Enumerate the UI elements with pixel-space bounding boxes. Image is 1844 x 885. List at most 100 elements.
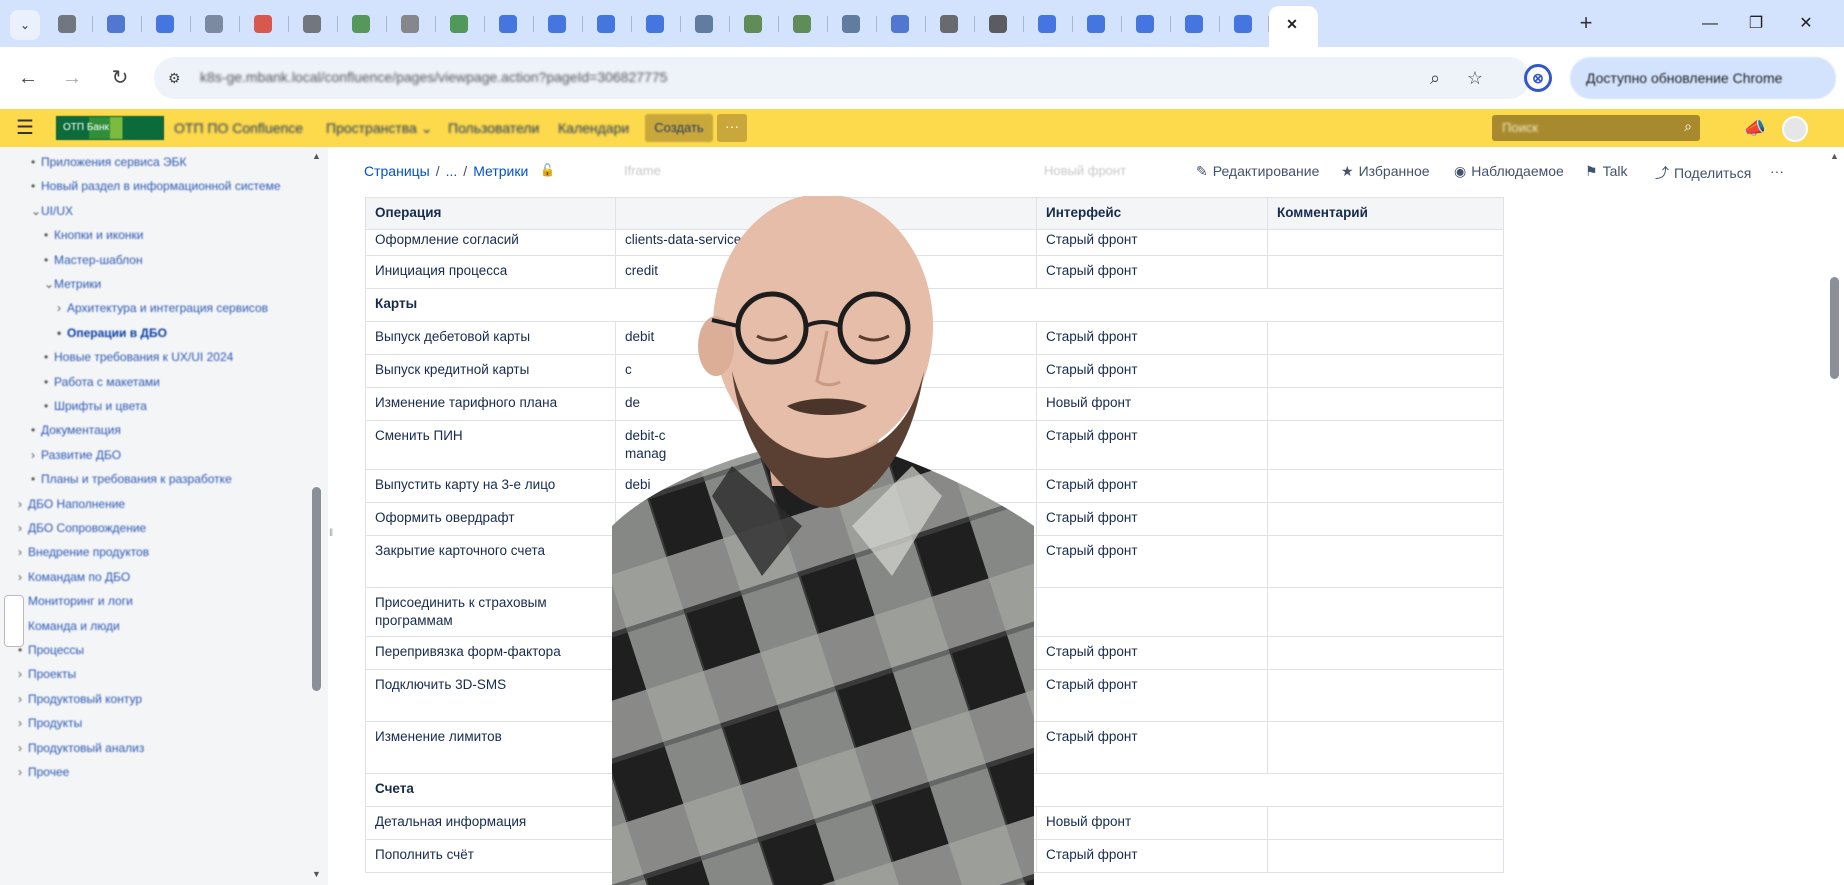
bookmark-star-icon[interactable]: ☆ [1464, 67, 1486, 89]
sidebar-item[interactable]: • Процессы [18, 643, 84, 657]
browser-tab[interactable] [289, 6, 338, 42]
browser-tab[interactable] [681, 6, 730, 42]
browser-tab[interactable] [1220, 6, 1269, 42]
sidebar-item[interactable]: ⌄Метрики [44, 277, 101, 291]
create-button[interactable]: Создать [645, 114, 713, 142]
browser-tab[interactable] [877, 6, 926, 42]
sidebar-item[interactable]: ›Мониторинг и логи [18, 594, 133, 608]
browser-tab[interactable] [1024, 6, 1073, 42]
sidebar-item[interactable]: › Командам по ДБО [18, 570, 130, 584]
browser-tab[interactable] [583, 6, 632, 42]
tree-bullet-icon[interactable]: • [44, 350, 54, 364]
sidebar-item[interactable]: › Проекты [18, 667, 76, 681]
reload-icon[interactable]: ↻ [106, 64, 134, 92]
browser-tab[interactable] [44, 6, 93, 42]
browser-tab[interactable] [436, 6, 485, 42]
sidebar-item[interactable]: › ДБО Наполнение [18, 497, 125, 511]
tree-bullet-icon[interactable]: • [44, 228, 54, 242]
browser-tab[interactable] [1122, 6, 1171, 42]
more-actions-button[interactable]: ··· [1770, 163, 1784, 179]
browser-tab[interactable] [93, 6, 142, 42]
user-avatar[interactable] [1782, 116, 1808, 142]
notifications-icon[interactable]: 📣 [1742, 115, 1768, 141]
page-scroll-thumb[interactable] [1830, 277, 1839, 379]
sidebar-item[interactable]: • Работа с макетами [44, 375, 160, 389]
tree-bullet-icon[interactable]: • [57, 326, 67, 340]
page-scroll-up-icon[interactable]: ▲ [1830, 151, 1839, 161]
sidebar-item[interactable]: ⌄UI/UX [31, 204, 73, 218]
nav-link-people[interactable]: Пользователи [448, 120, 539, 136]
browser-tab[interactable] [779, 6, 828, 42]
tree-bullet-icon[interactable]: › [18, 497, 28, 511]
scroll-up-icon[interactable]: ▲ [312, 151, 321, 161]
sidebar-scrollbar[interactable]: ▲ ▼ [310, 147, 324, 885]
site-info-icon[interactable]: ⚙ [168, 69, 186, 87]
tree-bullet-icon[interactable]: • [44, 399, 54, 413]
minimize-icon[interactable]: — [1690, 10, 1730, 38]
extension-icon[interactable]: ⊗ [1524, 64, 1552, 92]
browser-tab[interactable] [485, 6, 534, 42]
tree-bullet-icon[interactable]: › [18, 741, 28, 755]
tree-bullet-icon[interactable]: • [31, 179, 41, 193]
nav-link-calendars[interactable]: Календари [558, 120, 629, 136]
browser-tab[interactable] [632, 6, 681, 42]
sidebar-item[interactable]: • Шрифты и цвета [44, 399, 147, 413]
sidebar-item[interactable]: › Прочее [18, 765, 69, 779]
restrictions-lock-icon[interactable]: 🔓 [540, 163, 555, 177]
forward-arrow-icon[interactable]: → [58, 64, 86, 92]
talk-button[interactable]: ⚑ Talk [1585, 163, 1627, 180]
active-browser-tab[interactable]: ✕ [1269, 6, 1318, 47]
sidebar-item[interactable]: › Продуктовый анализ [18, 741, 144, 755]
company-logo[interactable]: ОТП Банк [56, 116, 164, 140]
nav-link-spaces[interactable]: Пространства ⌄ [326, 120, 432, 137]
sidebar-item[interactable]: › Продуктовый контур [18, 692, 142, 706]
browser-tab[interactable] [338, 6, 387, 42]
sidebar-item[interactable]: • Новые требования к UX/UI 2024 [44, 350, 233, 364]
edit-button[interactable]: ✎ Редактирование [1196, 163, 1319, 180]
zoom-icon[interactable]: ⌕ [1424, 67, 1446, 89]
sidebar-item[interactable]: • Новый раздел в информационной системе [31, 179, 281, 193]
tree-bullet-icon[interactable]: • [31, 155, 41, 169]
search-input[interactable]: Поиск ⌕ [1492, 115, 1700, 141]
share-button[interactable]: ⤴ Поделиться [1655, 163, 1751, 183]
tree-bullet-icon[interactable]: › [31, 448, 41, 462]
sidebar-item[interactable]: › ДБО Сопровождение [18, 521, 146, 535]
tree-bullet-icon[interactable]: › [18, 716, 28, 730]
new-tab-button[interactable]: + [1572, 10, 1600, 38]
sidebar-scroll-thumb[interactable] [312, 487, 321, 691]
sidebar-item[interactable]: • Планы и требования к разработке [31, 472, 232, 486]
browser-tab[interactable] [191, 6, 240, 42]
sidebar-item[interactable]: • Кнопки и иконки [44, 228, 143, 242]
browser-tab[interactable] [387, 6, 436, 42]
browser-tab[interactable] [240, 6, 289, 42]
tree-bullet-icon[interactable]: • [44, 253, 54, 267]
sidebar-resizer[interactable] [328, 147, 332, 885]
browser-tab[interactable] [1073, 6, 1122, 42]
breadcrumb-pages-link[interactable]: Страницы [364, 163, 430, 179]
breadcrumb-ellipsis[interactable]: ... [446, 163, 458, 179]
tree-bullet-icon[interactable]: › [18, 765, 28, 779]
tree-bullet-icon[interactable]: › [18, 570, 28, 584]
browser-tab[interactable] [1171, 6, 1220, 42]
breadcrumb-current-link[interactable]: Метрики [473, 163, 528, 179]
tree-bullet-icon[interactable]: › [18, 545, 28, 559]
app-switcher-icon[interactable]: ☰ [16, 118, 34, 138]
favourite-button[interactable]: ★ Избранное [1341, 163, 1430, 180]
watch-button[interactable]: ◉ Наблюдаемое [1454, 163, 1564, 180]
sidebar-item-current[interactable]: • Операции в ДБО [57, 326, 167, 340]
sidebar-item[interactable]: › Внедрение продуктов [18, 545, 149, 559]
tree-bullet-icon[interactable]: ⌄ [44, 277, 54, 291]
back-arrow-icon[interactable]: ← [14, 64, 42, 92]
tree-bullet-icon[interactable]: › [18, 521, 28, 535]
tree-bullet-icon[interactable]: • [31, 423, 41, 437]
tree-bullet-icon[interactable]: • [31, 472, 41, 486]
tree-bullet-icon[interactable]: › [57, 301, 67, 315]
sidebar-item[interactable]: › Развитие ДБО [31, 448, 121, 462]
tab-search-button[interactable]: ⌄ [10, 10, 40, 40]
browser-tab[interactable] [828, 6, 877, 42]
close-window-icon[interactable]: ✕ [1786, 10, 1826, 38]
page-scrollbar[interactable]: ▲ [1826, 147, 1844, 885]
sidebar-collapse-grip[interactable] [4, 595, 24, 647]
resizer-handle-icon[interactable]: ‖ [329, 528, 333, 539]
tree-bullet-icon[interactable]: › [18, 667, 28, 681]
